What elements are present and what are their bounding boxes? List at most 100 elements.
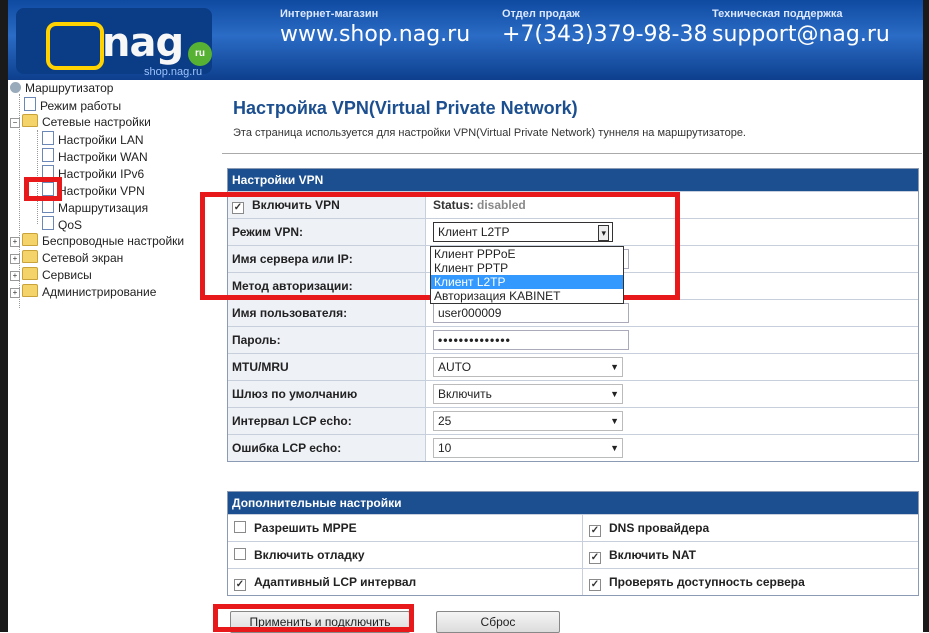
page-icon — [42, 182, 54, 196]
chevron-down-icon[interactable]: ▾ — [598, 225, 609, 241]
dns-checkbox[interactable]: ✓ — [589, 525, 601, 537]
lcp-error-select[interactable]: 10 ▼ — [433, 438, 623, 458]
expand-icon[interactable]: + — [10, 254, 20, 264]
expand-icon[interactable]: + — [10, 288, 20, 298]
tree-item-label: Режим работы — [40, 99, 122, 113]
status-label: Status: — [433, 198, 474, 212]
tree-item-label: Маршрутизация — [58, 201, 149, 215]
advanced-row: Включить отладку ✓ Включить NAT — [228, 541, 918, 568]
tree-item-label: Настройки WAN — [58, 150, 148, 164]
tree-item-services[interactable]: + Сервисы — [10, 267, 198, 284]
tree-item-admin[interactable]: + Администрирование — [10, 284, 198, 301]
shop-link[interactable]: www.shop.nag.ru — [280, 22, 470, 47]
main-content: Настройка VPN(Virtual Private Network) Э… — [222, 80, 922, 596]
tree-item-label: Сетевой экран — [42, 251, 124, 265]
window-frame-left — [0, 0, 8, 632]
logo-subtitle: shop.nag.ru — [144, 66, 203, 78]
tree-root[interactable]: Маршрутизатор — [10, 80, 198, 97]
page-icon — [24, 97, 36, 111]
window-frame-right — [923, 0, 929, 632]
check-server-label: Проверять доступность сервера — [609, 575, 805, 589]
shop-caption: Интернет-магазин — [280, 8, 379, 20]
tree-item-ipv6[interactable]: Настройки IPv6 — [10, 165, 198, 182]
expand-icon[interactable]: + — [10, 237, 20, 247]
folder-icon — [22, 114, 38, 127]
vpn-mode-cell: Клиент L2TP ▾ — [427, 219, 918, 245]
vpn-mode-select[interactable]: Клиент L2TP ▾ — [433, 222, 613, 242]
mppe-option[interactable]: Разрешить MPPE — [228, 515, 583, 541]
enable-vpn-checkbox[interactable]: ✓ — [232, 202, 244, 214]
debug-label: Включить отладку — [254, 548, 365, 562]
page-icon — [42, 131, 54, 145]
apply-connect-button[interactable]: Применить и подключить — [230, 611, 410, 633]
adaptive-lcp-label: Адаптивный LCP интервал — [254, 575, 417, 589]
gateway-value: Включить — [438, 387, 492, 401]
tree-item-lan[interactable]: Настройки LAN — [10, 131, 198, 148]
vpn-mode-label: Режим VPN: — [228, 219, 426, 245]
cart-icon — [46, 22, 104, 70]
folder-icon — [22, 267, 38, 280]
tree-item-wan[interactable]: Настройки WAN — [10, 148, 198, 165]
tree-item-routing[interactable]: Маршрутизация — [10, 199, 198, 216]
lcp-interval-label: Интервал LCP echo: — [228, 408, 426, 434]
chevron-down-icon: ▼ — [610, 416, 619, 426]
dropdown-option-kabinet[interactable]: Авторизация KABINET — [431, 289, 623, 303]
tree-item-label: Администрирование — [42, 285, 157, 299]
nat-checkbox[interactable]: ✓ — [589, 552, 601, 564]
tree-item-firewall[interactable]: + Сетевой экран — [10, 250, 198, 267]
reset-button[interactable]: Сброс — [436, 611, 560, 633]
username-input[interactable]: user000009 — [433, 303, 629, 323]
nat-option[interactable]: ✓ Включить NAT — [583, 542, 696, 568]
nag-logo[interactable]: nag ru shop.nag.ru — [16, 8, 212, 78]
tree-root-label: Маршрутизатор — [25, 81, 114, 95]
auth-label: Метод авторизации: — [228, 273, 426, 299]
vpn-mode-dropdown-list: Клиент PPPoE Клиент PPTP Клиент L2TP Авт… — [430, 246, 624, 304]
adaptive-lcp-option[interactable]: ✓ Адаптивный LCP интервал — [228, 569, 583, 595]
dns-option[interactable]: ✓ DNS провайдера — [583, 515, 709, 541]
enable-vpn-label[interactable]: ✓ Включить VPN — [228, 192, 426, 218]
status-value: disabled — [477, 198, 526, 212]
vpn-mode-row: Режим VPN: Клиент L2TP ▾ — [228, 218, 918, 245]
gateway-select[interactable]: Включить ▼ — [433, 384, 623, 404]
tree-item-mode[interactable]: Режим работы — [10, 97, 198, 114]
page-description: Эта страница используется для настройки … — [233, 127, 746, 139]
sales-info: Отдел продаж +7(343)379-98-38 — [502, 8, 707, 47]
chevron-down-icon: ▼ — [610, 389, 619, 399]
debug-checkbox[interactable] — [234, 548, 246, 560]
tree-item-network[interactable]: − Сетевые настройки — [10, 114, 198, 131]
collapse-icon[interactable]: − — [10, 118, 20, 128]
lcp-interval-value: 25 — [438, 414, 452, 428]
lcp-interval-cell: 25 ▼ — [427, 408, 918, 434]
tree-item-label: QoS — [58, 218, 83, 232]
dropdown-option-l2tp[interactable]: Клиент L2TP — [431, 275, 623, 289]
mtu-cell: AUTO ▼ — [427, 354, 918, 380]
support-email[interactable]: support@nag.ru — [712, 22, 890, 47]
mppe-checkbox[interactable] — [234, 521, 246, 533]
lcp-error-row: Ошибка LCP echo: 10 ▼ — [228, 434, 918, 461]
check-server-option[interactable]: ✓ Проверять доступность сервера — [583, 569, 805, 595]
password-row: Пароль: •••••••••••••• — [228, 326, 918, 353]
mtu-row: MTU/MRU AUTO ▼ — [228, 353, 918, 380]
adaptive-lcp-checkbox[interactable]: ✓ — [234, 579, 246, 591]
lcp-interval-select[interactable]: 25 ▼ — [433, 411, 623, 431]
support-caption: Техническая поддержка — [712, 8, 843, 20]
mtu-select[interactable]: AUTO ▼ — [433, 357, 623, 377]
gateway-row: Шлюз по умолчанию Включить ▼ — [228, 380, 918, 407]
tree-item-wireless[interactable]: + Беспроводные настройки — [10, 233, 198, 250]
server-label: Имя сервера или IP: — [228, 246, 426, 272]
sales-caption: Отдел продаж — [502, 8, 580, 20]
debug-option[interactable]: Включить отладку — [228, 542, 583, 568]
page-title: Настройка VPN(Virtual Private Network) — [233, 98, 578, 118]
dropdown-option-pppoe[interactable]: Клиент PPPoE — [431, 247, 623, 261]
tree-item-qos[interactable]: QoS — [10, 216, 198, 233]
check-server-checkbox[interactable]: ✓ — [589, 579, 601, 591]
tree-item-label: Беспроводные настройки — [42, 234, 185, 248]
expand-icon[interactable]: + — [10, 271, 20, 281]
tree-item-label: Настройки VPN — [58, 184, 145, 198]
password-input[interactable]: •••••••••••••• — [433, 330, 629, 350]
lcp-error-cell: 10 ▼ — [427, 435, 918, 461]
shop-info: Интернет-магазин www.shop.nag.ru — [280, 8, 470, 47]
tree-item-vpn[interactable]: Настройки VPN — [10, 182, 198, 199]
dropdown-option-pptp[interactable]: Клиент PPTP — [431, 261, 623, 275]
folder-icon — [22, 250, 38, 263]
